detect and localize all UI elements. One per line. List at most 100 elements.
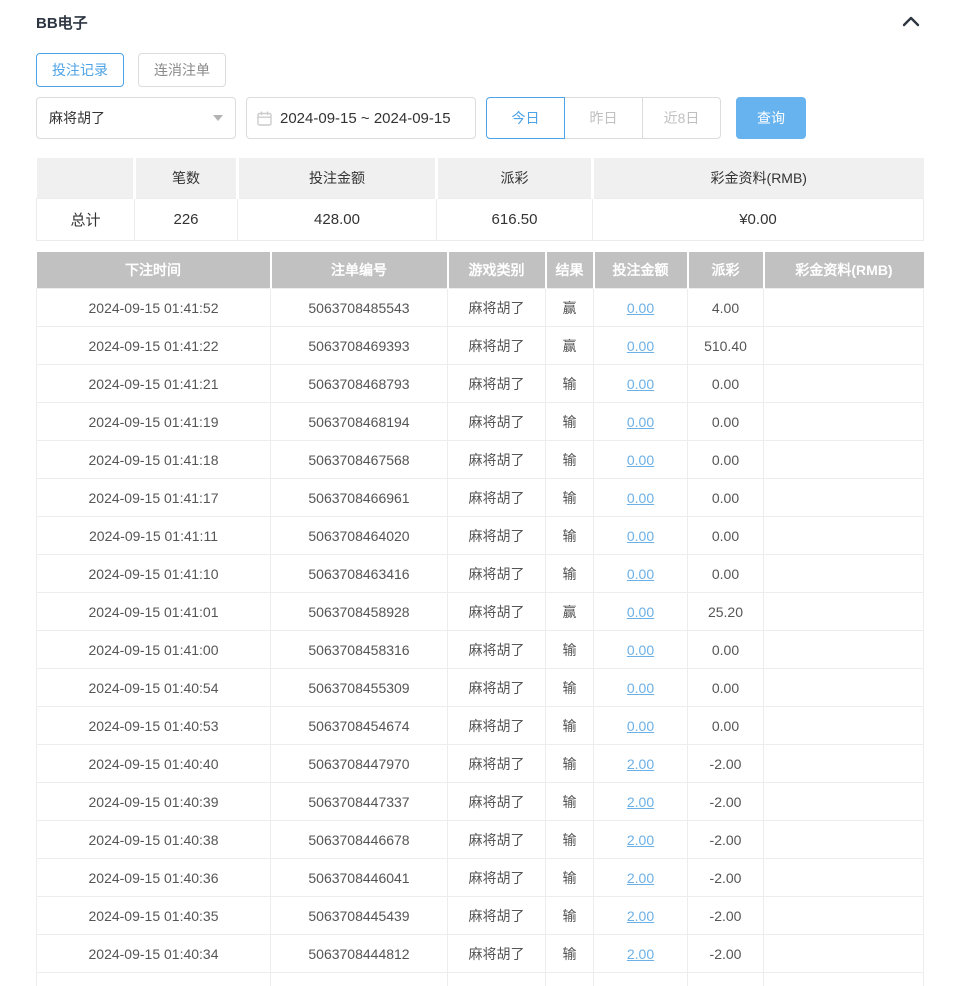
bet-amount-link[interactable]: 2.00 <box>627 832 654 848</box>
summary-total-payout: 616.50 <box>436 197 593 241</box>
order-number-cell: 5063708446678 <box>270 820 448 859</box>
order-number-cell: 5063708444812 <box>270 934 448 973</box>
bet-amount-link[interactable]: 0.00 <box>627 718 654 734</box>
bet-time-cell: 2024-09-15 01:41:00 <box>36 630 271 669</box>
panel: BB电子 投注记录 连消注单 麻将胡了 2024-09-15 ~ 2024-09… <box>0 0 959 986</box>
table-row: 2024-09-15 01:41:19 5063708468194 麻将胡了输 0.0… <box>36 402 924 441</box>
bet-amount-link[interactable]: 0.00 <box>627 452 654 468</box>
bet-time-cell: 2024-09-15 01:41:01 <box>36 592 271 631</box>
bonus-cell <box>763 820 924 859</box>
result-cell: 输 <box>545 706 594 745</box>
bet-amount-link[interactable]: 0.00 <box>627 338 654 354</box>
result-cell: 输 <box>545 402 594 441</box>
tab-bet-records[interactable]: 投注记录 <box>36 53 124 87</box>
bet-amount-cell: 2.00 <box>593 782 688 821</box>
collapse-panel-button[interactable] <box>899 10 923 34</box>
bet-amount-link[interactable]: 0.00 <box>627 414 654 430</box>
quick-range-last8days[interactable]: 近8日 <box>642 97 721 139</box>
tab-bar: 投注记录 连消注单 <box>36 53 923 87</box>
order-number-cell: 5063708458928 <box>270 592 448 631</box>
bet-time-cell: 2024-09-15 01:40:36 <box>36 858 271 897</box>
bonus-cell <box>763 326 924 365</box>
bonus-cell <box>763 668 924 707</box>
bet-amount-link[interactable]: 2.00 <box>627 756 654 772</box>
bet-amount-link[interactable]: 0.00 <box>627 642 654 658</box>
bet-time-cell: 2024-09-15 01:40:35 <box>36 896 271 935</box>
bet-amount-cell: 0.00 <box>593 706 688 745</box>
bet-amount-cell: 2.00 <box>593 820 688 859</box>
bet-time-cell: 2024-09-15 01:41:17 <box>36 478 271 517</box>
bet-amount-link[interactable]: 2.00 <box>627 908 654 924</box>
quick-range-today[interactable]: 今日 <box>486 97 565 139</box>
payout-cell: 0.00 <box>687 554 764 593</box>
tab-cancelled-orders[interactable]: 连消注单 <box>138 53 226 87</box>
table-row: 2024-09-15 01:40:36 5063708446041 麻将胡了输 2.0… <box>36 858 924 897</box>
date-range-value: 2024-09-15 ~ 2024-09-15 <box>280 109 451 127</box>
bet-amount-cell: 0.00 <box>593 440 688 479</box>
table-row: 2024-09-15 01:41:18 5063708467568 麻将胡了输 0.0… <box>36 440 924 479</box>
bet-time-cell: 2024-09-15 01:41:19 <box>36 402 271 441</box>
summary-header-bet-amount: 投注金额 <box>236 158 437 198</box>
result-cell: 输 <box>545 858 594 897</box>
table-row: 2024-09-15 01:40:53 5063708454674 麻将胡了输 0.0… <box>36 706 924 745</box>
bet-amount-link[interactable]: 0.00 <box>627 566 654 582</box>
game-type-cell: 麻将胡了 <box>447 744 546 783</box>
bonus-cell <box>763 478 924 517</box>
table-row: 2024-09-15 01:41:11 5063708464020 麻将胡了输 0.0… <box>36 516 924 555</box>
empty-cell <box>593 972 688 986</box>
date-range-input[interactable]: 2024-09-15 ~ 2024-09-15 <box>246 97 476 139</box>
order-number-cell: 5063708469393 <box>270 326 448 365</box>
result-cell: 输 <box>545 782 594 821</box>
result-cell: 赢 <box>545 592 594 631</box>
bet-amount-link[interactable]: 0.00 <box>627 528 654 544</box>
table-row-partial <box>36 972 924 986</box>
bet-amount-cell: 0.00 <box>593 364 688 403</box>
result-cell: 输 <box>545 820 594 859</box>
header-bet-time: 下注时间 <box>36 251 271 289</box>
bonus-cell <box>763 440 924 479</box>
header-bonus: 彩金资料(RMB) <box>762 251 924 289</box>
header-result: 结果 <box>544 251 594 289</box>
table-row: 2024-09-15 01:40:54 5063708455309 麻将胡了输 0.0… <box>36 668 924 707</box>
bet-amount-link[interactable]: 2.00 <box>627 870 654 886</box>
result-cell: 赢 <box>545 326 594 365</box>
summary-total-bonus: ¥0.00 <box>592 197 924 241</box>
order-number-cell: 5063708458316 <box>270 630 448 669</box>
summary-header-count: 笔数 <box>133 158 238 198</box>
game-type-cell: 麻将胡了 <box>447 668 546 707</box>
bet-amount-link[interactable]: 0.00 <box>627 300 654 316</box>
bet-time-cell: 2024-09-15 01:41:52 <box>36 288 271 327</box>
game-type-cell: 麻将胡了 <box>447 402 546 441</box>
bet-amount-link[interactable]: 2.00 <box>627 794 654 810</box>
bet-amount-link[interactable]: 0.00 <box>627 490 654 506</box>
bonus-cell <box>763 896 924 935</box>
order-number-cell: 5063708466961 <box>270 478 448 517</box>
bet-amount-link[interactable]: 0.00 <box>627 376 654 392</box>
payout-cell: 0.00 <box>687 402 764 441</box>
game-select[interactable]: 麻将胡了 <box>36 97 236 139</box>
bet-time-cell: 2024-09-15 01:40:40 <box>36 744 271 783</box>
quick-range-yesterday[interactable]: 昨日 <box>564 97 643 139</box>
bet-amount-link[interactable]: 0.00 <box>627 604 654 620</box>
game-select-value: 麻将胡了 <box>49 110 105 126</box>
game-type-cell: 麻将胡了 <box>447 630 546 669</box>
table-row: 2024-09-15 01:40:38 5063708446678 麻将胡了输 2.0… <box>36 820 924 859</box>
bet-amount-cell: 2.00 <box>593 896 688 935</box>
order-number-cell: 5063708447337 <box>270 782 448 821</box>
bet-amount-cell: 0.00 <box>593 478 688 517</box>
bet-amount-link[interactable]: 0.00 <box>627 680 654 696</box>
game-type-cell: 麻将胡了 <box>447 820 546 859</box>
bonus-cell <box>763 782 924 821</box>
result-cell: 输 <box>545 364 594 403</box>
table-row: 2024-09-15 01:41:01 5063708458928 麻将胡了赢 0.0… <box>36 592 924 631</box>
result-cell: 输 <box>545 516 594 555</box>
bet-amount-cell: 0.00 <box>593 592 688 631</box>
game-type-cell: 麻将胡了 <box>447 592 546 631</box>
table-row: 2024-09-15 01:41:00 5063708458316 麻将胡了输 0.0… <box>36 630 924 669</box>
summary-total-row: 总计 226 428.00 616.50 ¥0.00 <box>36 197 924 241</box>
filter-bar: 麻将胡了 2024-09-15 ~ 2024-09-15 今日 昨日 近8日 查… <box>36 97 923 139</box>
table-row: 2024-09-15 01:41:17 5063708466961 麻将胡了输 0.0… <box>36 478 924 517</box>
query-button[interactable]: 查询 <box>736 97 806 139</box>
bet-amount-link[interactable]: 2.00 <box>627 946 654 962</box>
chevron-up-icon <box>902 15 920 30</box>
